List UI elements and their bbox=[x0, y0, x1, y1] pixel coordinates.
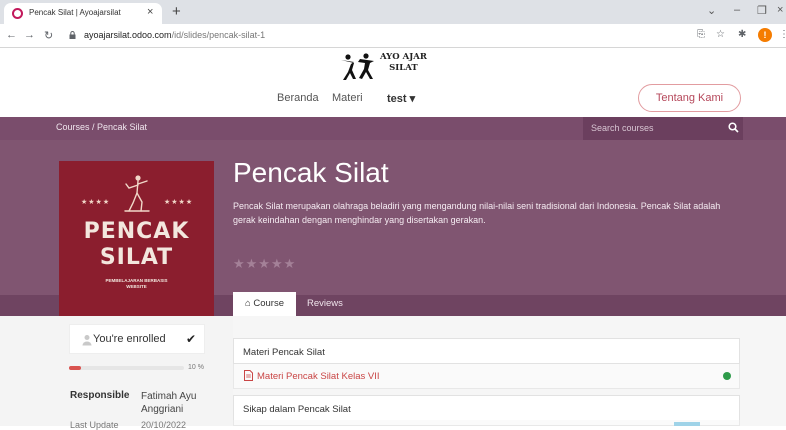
responsible-name[interactable]: Fatimah Ayu Anggriani bbox=[141, 390, 211, 416]
course-title: Pencak Silat bbox=[233, 157, 389, 188]
tab-course-label: Course bbox=[253, 298, 284, 309]
martial-arts-logo-icon bbox=[341, 53, 374, 80]
cover-title-line-1: PENCAK bbox=[83, 219, 190, 244]
logo-line-2: SILAT bbox=[389, 63, 418, 73]
document-icon bbox=[244, 370, 253, 381]
extensions-icon[interactable]: ✱ bbox=[738, 29, 746, 40]
responsible-label: Responsible bbox=[70, 390, 130, 401]
search-icon[interactable] bbox=[728, 122, 739, 133]
tab-title: Pencak Silat | Ayoajarsilat bbox=[29, 8, 121, 17]
rating-stars: ★★★★★ bbox=[233, 256, 297, 271]
section-title: Sikap dalam Pencak Silat bbox=[243, 404, 351, 415]
url-host: ayoajarsilat.odoo.com bbox=[84, 30, 172, 40]
breadcrumb-bar: Courses / Pencak Silat Search courses bbox=[0, 117, 786, 140]
nav-beranda[interactable]: Beranda bbox=[277, 92, 319, 104]
search-placeholder: Search courses bbox=[591, 123, 654, 133]
cover-subtitle: PEMBELAJARAN BERBASIS WEBSITE bbox=[59, 278, 214, 290]
cover-stars-right: ★★★★ bbox=[164, 199, 194, 206]
restore-icon[interactable]: ❐ bbox=[757, 4, 767, 17]
url-field[interactable]: ayoajarsilat.odoo.com/id/slides/pencak-s… bbox=[84, 30, 265, 40]
minimize-icon[interactable]: – bbox=[734, 4, 740, 16]
tab-search-icon[interactable]: ⌄ bbox=[707, 4, 716, 17]
home-icon: ⌂ bbox=[244, 298, 251, 309]
section-header: Sikap dalam Pencak Silat bbox=[233, 395, 740, 421]
new-tab-icon[interactable]: + bbox=[172, 3, 181, 20]
site-logo[interactable]: AYO AJAR SILAT bbox=[340, 50, 450, 84]
slide-badge bbox=[674, 422, 700, 426]
logo-line-1: AYO AJAR bbox=[380, 52, 427, 62]
share-icon[interactable]: ⎘ bbox=[697, 29, 705, 40]
course-search-input[interactable]: Search courses bbox=[583, 117, 743, 140]
course-description: Pencak Silat merupakan olahraga beladiri… bbox=[233, 201, 721, 225]
reload-icon[interactable]: ↻ bbox=[44, 29, 53, 42]
lock-icon[interactable] bbox=[69, 31, 76, 39]
tab-course[interactable]: ⌂ Course bbox=[233, 292, 296, 316]
completed-check-icon bbox=[723, 372, 731, 380]
progress-fill bbox=[69, 366, 81, 370]
fighter-silhouette-icon bbox=[124, 175, 150, 212]
forward-icon[interactable]: → bbox=[24, 29, 35, 41]
enrolled-badge: You're enrolled ✔ bbox=[69, 324, 205, 354]
cover-subtitle-line-2: WEBSITE bbox=[126, 284, 147, 289]
url-path: /id/slides/pencak-silat-1 bbox=[171, 30, 266, 40]
close-window-icon[interactable]: × bbox=[777, 4, 783, 16]
tab-reviews[interactable]: Reviews bbox=[307, 298, 343, 309]
site-favicon-icon bbox=[12, 8, 23, 19]
bookmark-star-icon[interactable]: ☆ bbox=[716, 29, 725, 40]
section-header: Materi Pencak Silat bbox=[233, 338, 740, 364]
cover-stars-left: ★★★★ bbox=[81, 199, 111, 206]
last-update-label: Last Update bbox=[70, 420, 119, 430]
address-bar: ← → ↻ ayoajarsilat.odoo.com/id/slides/pe… bbox=[0, 24, 786, 48]
course-cover-image: ★★★★ ★★★★ PENCAK SILAT PEMBELAJARAN BERB… bbox=[59, 161, 214, 316]
user-icon bbox=[82, 335, 92, 346]
nav-materi[interactable]: Materi bbox=[332, 92, 363, 104]
progress-percent: 10 % bbox=[188, 364, 204, 371]
tab-close-icon[interactable]: × bbox=[147, 6, 153, 18]
last-update-value: 20/10/2022 bbox=[141, 420, 187, 430]
breadcrumb[interactable]: Courses / Pencak Silat bbox=[56, 122, 147, 132]
profile-avatar[interactable]: ! bbox=[758, 28, 772, 42]
cover-title-line-2: SILAT bbox=[99, 245, 174, 270]
browser-menu-icon[interactable]: ⋮ bbox=[779, 29, 786, 40]
section-title: Materi Pencak Silat bbox=[243, 347, 325, 358]
course-progress-bar bbox=[69, 366, 184, 370]
browser-tabbar: Pencak Silat | Ayoajarsilat × + ⌄ – ❐ × bbox=[0, 0, 786, 24]
enrolled-label: You're enrolled bbox=[93, 333, 166, 345]
back-icon[interactable]: ← bbox=[6, 29, 17, 41]
logo-text: AYO AJAR SILAT bbox=[380, 52, 427, 74]
slide-row[interactable]: Materi Pencak Silat Kelas VII bbox=[233, 364, 740, 389]
tentang-kami-button[interactable]: Tentang Kami bbox=[638, 84, 741, 112]
check-icon: ✔ bbox=[186, 332, 197, 346]
slide-title-link[interactable]: Materi Pencak Silat Kelas VII bbox=[257, 371, 380, 382]
browser-tab[interactable]: Pencak Silat | Ayoajarsilat × bbox=[4, 3, 162, 24]
slide-row-partial[interactable] bbox=[233, 420, 740, 426]
nav-test-dropdown[interactable]: test ▾ bbox=[387, 92, 415, 105]
